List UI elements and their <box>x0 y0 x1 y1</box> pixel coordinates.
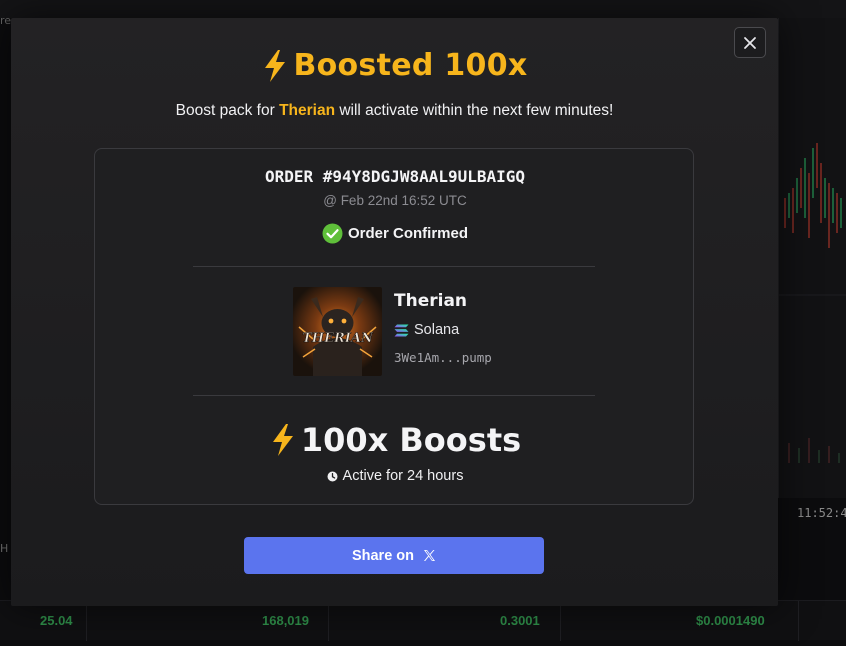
background-cell: 168,019 <box>262 613 309 628</box>
background-cell: $0.0001490 <box>696 613 765 628</box>
token-chain-label: Solana <box>414 322 460 338</box>
share-on-x-button[interactable]: Share on <box>244 537 544 574</box>
background-divider <box>86 601 87 641</box>
token-image: THERIAN <box>293 287 382 376</box>
boost-confirmation-modal: Boosted 100x Boost pack for Therian will… <box>11 18 778 606</box>
boost-amount-label: 100x Boosts <box>300 421 522 459</box>
check-circle-icon <box>322 223 343 244</box>
modal-title: Boosted 100x <box>293 48 528 83</box>
background-top-strip <box>0 0 846 18</box>
token-image-lettering: THERIAN <box>302 331 374 346</box>
subtitle-text-end: will activate within the next few minute… <box>335 102 614 119</box>
divider <box>193 266 595 267</box>
solana-icon <box>394 324 409 336</box>
order-timestamp: @ Feb 22nd 16:52 UTC <box>323 193 467 208</box>
background-cell: 25.04 <box>40 613 73 628</box>
lightning-icon <box>265 49 286 82</box>
boost-amount: 100x Boosts <box>95 421 695 459</box>
background-divider <box>328 601 329 641</box>
order-card: ORDER #94Y8DGJW8AAL9ULBAIGQ @ Feb 22nd 1… <box>94 148 694 505</box>
background-divider <box>560 601 561 641</box>
token-name: Therian <box>394 291 468 311</box>
background-cell: 0.3001 <box>500 613 540 628</box>
lightning-icon <box>272 424 293 456</box>
clock-icon <box>327 471 338 481</box>
background-chart-time: 11:52:4 <box>797 506 846 520</box>
background-divider <box>798 601 799 641</box>
boost-duration-label: Active for 24 hours <box>342 468 464 484</box>
order-id: ORDER #94Y8DGJW8AAL9ULBAIGQ <box>264 167 526 186</box>
divider <box>193 395 595 396</box>
subtitle-text: Boost pack for <box>175 102 280 119</box>
background-price-chart <box>778 18 846 498</box>
subtitle-token-name: Therian <box>279 102 336 119</box>
background-table-row: 25.04 168,019 0.3001 $0.0001490 <box>0 600 846 641</box>
order-status: Order Confirmed <box>95 223 695 244</box>
modal-subtitle: Boost pack for Therian will activate wit… <box>11 102 778 120</box>
background-chart-candles <box>779 143 846 463</box>
boost-duration: Active for 24 hours <box>95 468 695 484</box>
background-left-letter: H <box>0 542 9 555</box>
token-address: 3We1Am...pump <box>394 350 492 365</box>
order-status-label: Order Confirmed <box>347 225 468 242</box>
modal-heading: Boosted 100x <box>11 48 778 83</box>
share-button-label: Share on <box>351 547 415 564</box>
token-chain: Solana <box>394 322 459 338</box>
background-partial-text: re <box>0 14 12 27</box>
x-logo-icon <box>424 550 436 561</box>
